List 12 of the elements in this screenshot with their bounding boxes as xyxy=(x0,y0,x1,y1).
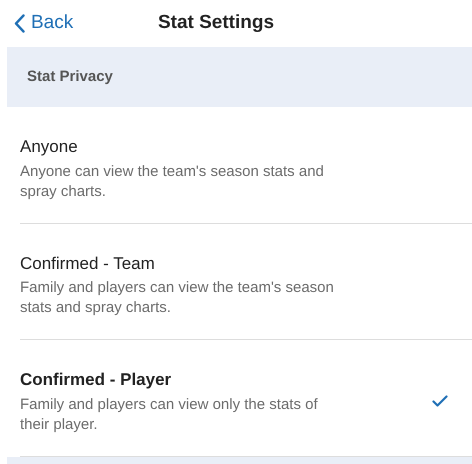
section-title: Stat Privacy xyxy=(27,66,113,87)
chevron-left-icon xyxy=(14,14,25,33)
option-row[interactable]: Confirmed - Team Family and players can view the team's season stats and spray charts. xyxy=(20,224,472,340)
option-title: Confirmed - Player xyxy=(20,369,172,391)
option-description: Anyone can view the team's season stats and spray charts. xyxy=(20,162,325,202)
screen-title: Stat Settings xyxy=(158,12,276,34)
option-title: Confirmed - Team xyxy=(20,252,156,274)
back-button[interactable]: Back xyxy=(14,9,74,38)
option-row[interactable]: Anyone Anyone can view the team's season stats and spray charts. xyxy=(20,107,472,224)
option-description: Family and players can view only the stats of their player. xyxy=(20,394,319,434)
option-title: Anyone xyxy=(20,136,79,158)
option-description: Family and players can view the team's season stats and spray charts. xyxy=(20,278,335,318)
